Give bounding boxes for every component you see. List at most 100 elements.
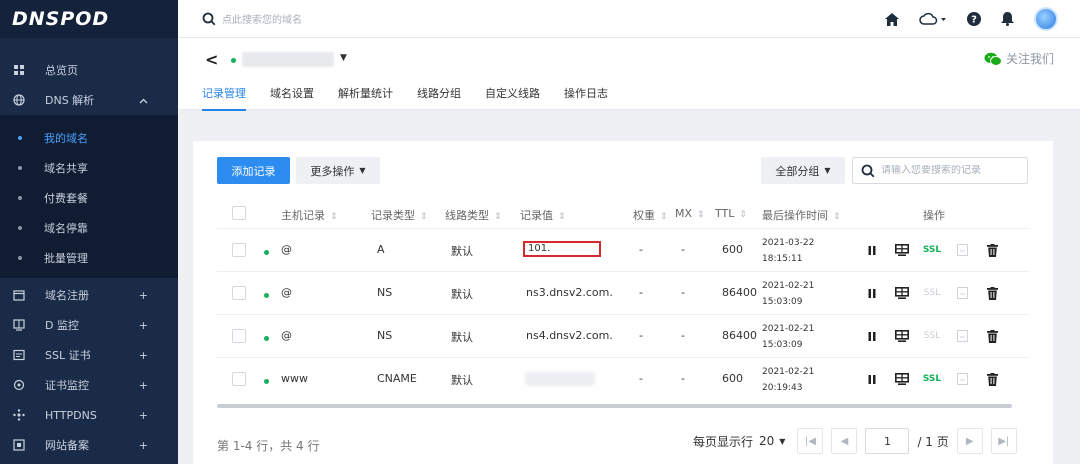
host-cell[interactable]: www	[281, 372, 308, 385]
host-cell[interactable]: @	[281, 286, 292, 299]
line-cell[interactable]: 默认	[451, 329, 473, 345]
column-header-value[interactable]: 记录值 ⇕	[520, 207, 566, 223]
line-cell[interactable]: 默认	[451, 372, 473, 388]
group-filter-button[interactable]: 全部分组 ▼	[761, 157, 845, 184]
type-cell[interactable]: NS	[377, 286, 392, 299]
value-cell[interactable]: ns4.dnsv2.com.	[526, 329, 613, 342]
column-header-type[interactable]: 记录类型 ⇕	[371, 207, 428, 223]
cloud-menu-icon[interactable]	[919, 12, 947, 26]
tab-resolution-stats[interactable]: 解析量统计	[338, 85, 393, 111]
ssl-button[interactable]: SSL	[917, 328, 947, 344]
domain-search-input[interactable]: 点此搜索您的域名	[222, 11, 302, 26]
sidebar-item-icp[interactable]: 网站备案 +	[0, 430, 178, 460]
line-cell[interactable]: 默认	[451, 243, 473, 259]
search-icon[interactable]	[202, 12, 216, 26]
tab-line-groups[interactable]: 线路分组	[417, 85, 461, 111]
trash-icon[interactable]	[977, 328, 1007, 344]
monitor-icon[interactable]	[887, 285, 917, 301]
pause-icon[interactable]	[857, 242, 887, 258]
sidebar-item-dns[interactable]: DNS 解析	[0, 85, 178, 115]
pause-icon[interactable]	[857, 285, 887, 301]
column-header-line[interactable]: 线路类型 ⇕	[445, 207, 502, 223]
host-cell[interactable]: @	[281, 329, 292, 342]
next-page-button[interactable]: ▶	[956, 428, 983, 454]
ssl-button[interactable]: SSL	[917, 242, 947, 258]
sidebar-item-domain-share[interactable]: 域名共享	[0, 153, 178, 183]
trash-icon[interactable]	[977, 242, 1007, 258]
note-icon[interactable]	[947, 371, 977, 387]
avatar[interactable]	[1034, 7, 1058, 31]
search-icon[interactable]	[861, 164, 875, 178]
note-icon[interactable]	[947, 285, 977, 301]
column-header-ttl[interactable]: TTL ⇕	[715, 207, 747, 220]
row-checkbox[interactable]	[232, 243, 246, 257]
type-cell[interactable]: NS	[377, 329, 392, 342]
page-size-select[interactable]: 20 ▼	[759, 434, 785, 448]
tab-custom-lines[interactable]: 自定义线路	[485, 85, 540, 111]
bell-icon[interactable]	[1001, 12, 1014, 26]
tab-records[interactable]: 记录管理	[202, 85, 246, 111]
ttl-cell[interactable]: 600	[722, 372, 743, 385]
sidebar-item-batch[interactable]: 批量管理	[0, 243, 178, 273]
pause-icon[interactable]	[857, 371, 887, 387]
sidebar-item-domain-parking[interactable]: 域名停靠	[0, 213, 178, 243]
sidebar-item-paid-plans[interactable]: 付费套餐	[0, 183, 178, 213]
table-row[interactable]: @ NS 默认 ns4.dnsv2.com. - - 86400 2021-02…	[217, 315, 1029, 358]
ttl-cell[interactable]: 86400	[722, 329, 757, 342]
back-icon[interactable]: <	[205, 50, 218, 69]
domain-name-redacted[interactable]	[242, 52, 334, 67]
home-icon[interactable]	[885, 12, 899, 26]
sidebar-item-my-domains[interactable]: 我的域名	[0, 123, 178, 153]
more-actions-button[interactable]: 更多操作 ▼	[296, 157, 380, 184]
ttl-cell[interactable]: 86400	[722, 286, 757, 299]
monitor-icon[interactable]	[887, 371, 917, 387]
monitor-icon[interactable]	[887, 242, 917, 258]
note-icon[interactable]	[947, 328, 977, 344]
ssl-button[interactable]: SSL	[917, 285, 947, 301]
help-icon[interactable]: ?	[967, 12, 981, 26]
trash-icon[interactable]	[977, 371, 1007, 387]
column-header-weight[interactable]: 权重 ⇕	[633, 207, 668, 223]
column-header-time[interactable]: 最后操作时间 ⇕	[762, 207, 841, 223]
sidebar-item-cert-monitor[interactable]: 证书监控 +	[0, 370, 178, 400]
caret-down-icon[interactable]: ▼	[340, 53, 347, 63]
prev-page-button[interactable]: ◀	[831, 428, 858, 454]
host-cell[interactable]: @	[281, 243, 292, 256]
monitor-icon[interactable]	[887, 328, 917, 344]
horizontal-scrollbar[interactable]	[217, 404, 1012, 408]
ssl-button[interactable]: SSL	[917, 371, 947, 387]
column-header-host[interactable]: 主机记录 ⇕	[281, 207, 338, 223]
ttl-cell[interactable]: 600	[722, 243, 743, 256]
trash-icon[interactable]	[977, 285, 1007, 301]
line-cell[interactable]: 默认	[451, 286, 473, 302]
row-checkbox[interactable]	[232, 372, 246, 386]
column-header-mx[interactable]: MX ⇕	[675, 207, 705, 220]
page-number-input[interactable]: 1	[865, 428, 910, 454]
type-cell[interactable]: A	[377, 243, 385, 256]
table-row[interactable]: @ NS 默认 ns3.dnsv2.com. - - 86400 2021-02…	[217, 272, 1029, 315]
pause-icon[interactable]	[857, 328, 887, 344]
sidebar-item-domain-register[interactable]: 域名注册 +	[0, 280, 178, 310]
select-all-checkbox[interactable]	[232, 206, 246, 220]
value-cell-highlighted[interactable]: 101.	[523, 241, 601, 257]
sidebar-item-d-monitor[interactable]: D 监控 +	[0, 310, 178, 340]
table-row[interactable]: www CNAME 默认 - - 600 2021-02-21 20:19:43 …	[217, 358, 1029, 401]
value-cell[interactable]: ns3.dnsv2.com.	[526, 286, 613, 299]
row-checkbox[interactable]	[232, 329, 246, 343]
value-cell-redacted[interactable]	[525, 372, 595, 386]
dnspod-logo[interactable]: DNSPOD	[0, 0, 178, 38]
add-record-button[interactable]: 添加记录	[217, 157, 290, 184]
first-page-button[interactable]: |◀	[797, 428, 824, 454]
record-search-input[interactable]	[881, 165, 1021, 176]
follow-us-link[interactable]: 关注我们	[984, 50, 1054, 67]
sidebar-item-httpdns[interactable]: HTTPDNS +	[0, 400, 178, 430]
sidebar-item-ssl[interactable]: SSL 证书 +	[0, 340, 178, 370]
type-cell[interactable]: CNAME	[377, 372, 417, 385]
note-icon[interactable]	[947, 242, 977, 258]
last-page-button[interactable]: ▶|	[990, 428, 1017, 454]
sidebar-item-overview[interactable]: 总览页	[0, 55, 178, 85]
tab-domain-settings[interactable]: 域名设置	[270, 85, 314, 111]
row-checkbox[interactable]	[232, 286, 246, 300]
table-row[interactable]: @ A 默认 101. - - 600 2021-03-22 18:15:11 S…	[217, 229, 1029, 272]
tab-operation-log[interactable]: 操作日志	[564, 85, 608, 111]
